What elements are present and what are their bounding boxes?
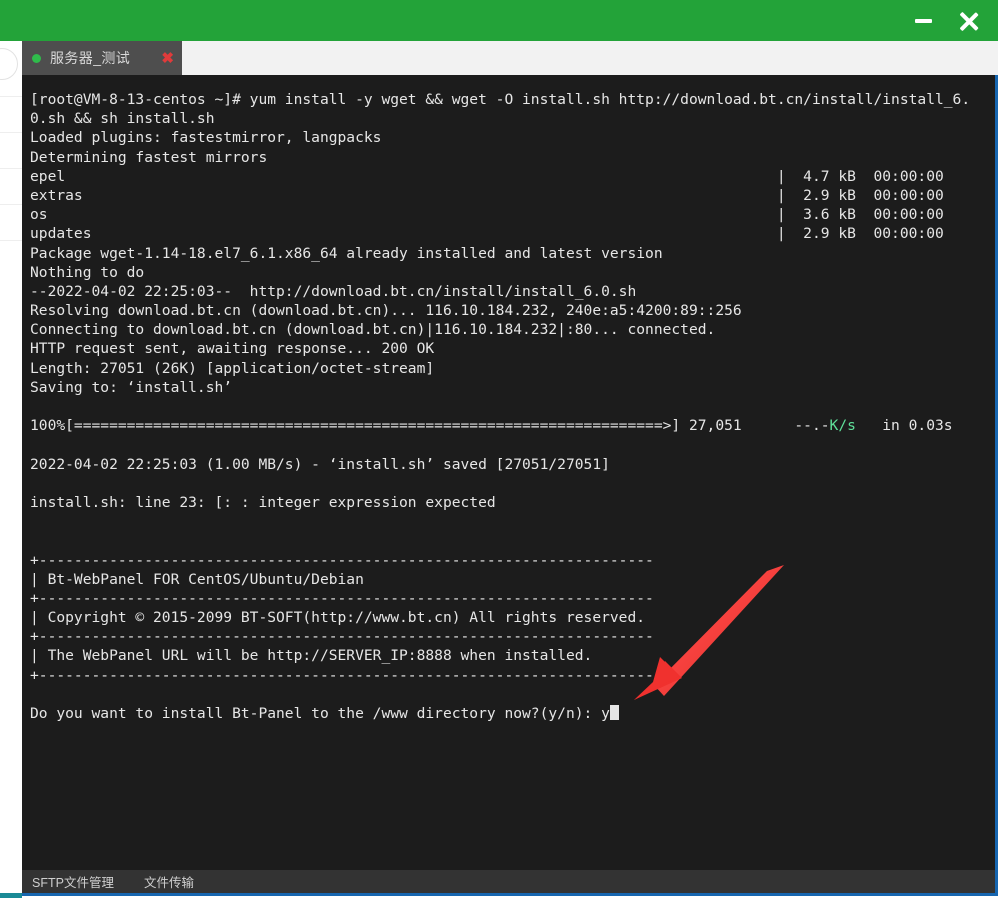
terminal-window: 服务器_测试 ✖ [root@VM-8-13-centos ~]# yum in… [0,0,998,896]
minimize-icon [914,18,932,23]
background-list-divider [0,96,22,97]
tab-server-test[interactable]: 服务器_测试 ✖ [22,41,182,75]
terminal-line: | Copyright © 2015-2099 BT-SOFT(http://w… [30,609,646,627]
terminal-line: Nothing to do [30,263,145,281]
statusbar-item-filetransfer[interactable]: 文件传输 [144,872,194,891]
terminal-rate-token: K/s [829,417,856,435]
tab-close-icon[interactable]: ✖ [161,51,174,66]
terminal-output-pane[interactable]: [root@VM-8-13-centos ~]# yum install -y … [22,75,998,870]
terminal-line: Package wget-1.14-18.el7_6.1.x86_64 alre… [30,244,663,262]
terminal-line: extras | 2.9 kB 00:00:00 [30,186,944,204]
terminal-line: Length: 27051 (26K) [application/octet-s… [30,359,435,377]
background-list-divider [0,240,22,241]
connection-status-dot-icon [32,53,41,63]
terminal-cursor [609,705,619,720]
background-list-divider [0,168,22,169]
background-list-divider [0,204,22,205]
terminal-line: [root@VM-8-13-centos ~]# yum install -y … [30,91,971,108]
terminal-line: HTTP request sent, awaiting response... … [30,340,435,358]
terminal-line: install.sh: line 23: [: : integer expres… [30,493,496,511]
close-button[interactable] [946,0,992,41]
background-avatar-circle-icon [0,48,18,80]
terminal-line: +---------------------------------------… [30,589,654,607]
terminal-line: os | 3.6 kB 00:00:00 [30,206,944,224]
terminal-line: Do you want to install Bt-Panel to the /… [30,704,995,723]
close-icon [956,8,982,34]
terminal-line: | Bt-WebPanel FOR CentOS/Ubuntu/Debian [30,570,364,588]
terminal-line: Connecting to download.bt.cn (download.b… [30,321,716,339]
tab-label: 服务器_测试 [50,50,131,66]
terminal-text: [root@VM-8-13-centos ~]# yum install -y … [30,90,995,723]
terminal-line: | The WebPanel URL will be http://SERVER… [30,647,593,665]
terminal-line: updates | 2.9 kB 00:00:00 [30,225,944,243]
statusbar-item-sftp[interactable]: SFTP文件管理 [32,872,114,891]
background-list-divider [0,132,22,133]
window-title-bar [0,0,998,41]
terminal-line: epel | 4.7 kB 00:00:00 [30,167,944,185]
terminal-line: --2022-04-02 22:25:03-- http://download.… [30,282,637,300]
terminal-line: Determining fastest mirrors [30,148,268,166]
terminal-line: +---------------------------------------… [30,666,654,684]
terminal-line: 0.sh && sh install.sh [30,110,215,128]
terminal-line: Loaded plugins: fastestmirror, langpacks [30,129,382,147]
terminal-line: 2022-04-02 22:25:03 (1.00 MB/s) - ‘insta… [30,455,610,473]
terminal-line: +---------------------------------------… [30,551,654,569]
status-bar: SFTP文件管理 文件传输 [22,870,998,896]
tab-strip: 服务器_测试 ✖ [22,41,998,75]
background-bottom-strip [0,893,22,898]
terminal-line: 100%[===================================… [30,417,953,435]
terminal-line: +---------------------------------------… [30,628,654,646]
terminal-line: Resolving download.bt.cn (download.bt.cn… [30,302,742,320]
minimize-button[interactable] [900,0,946,41]
terminal-line: Saving to: ‘install.sh’ [30,378,233,396]
